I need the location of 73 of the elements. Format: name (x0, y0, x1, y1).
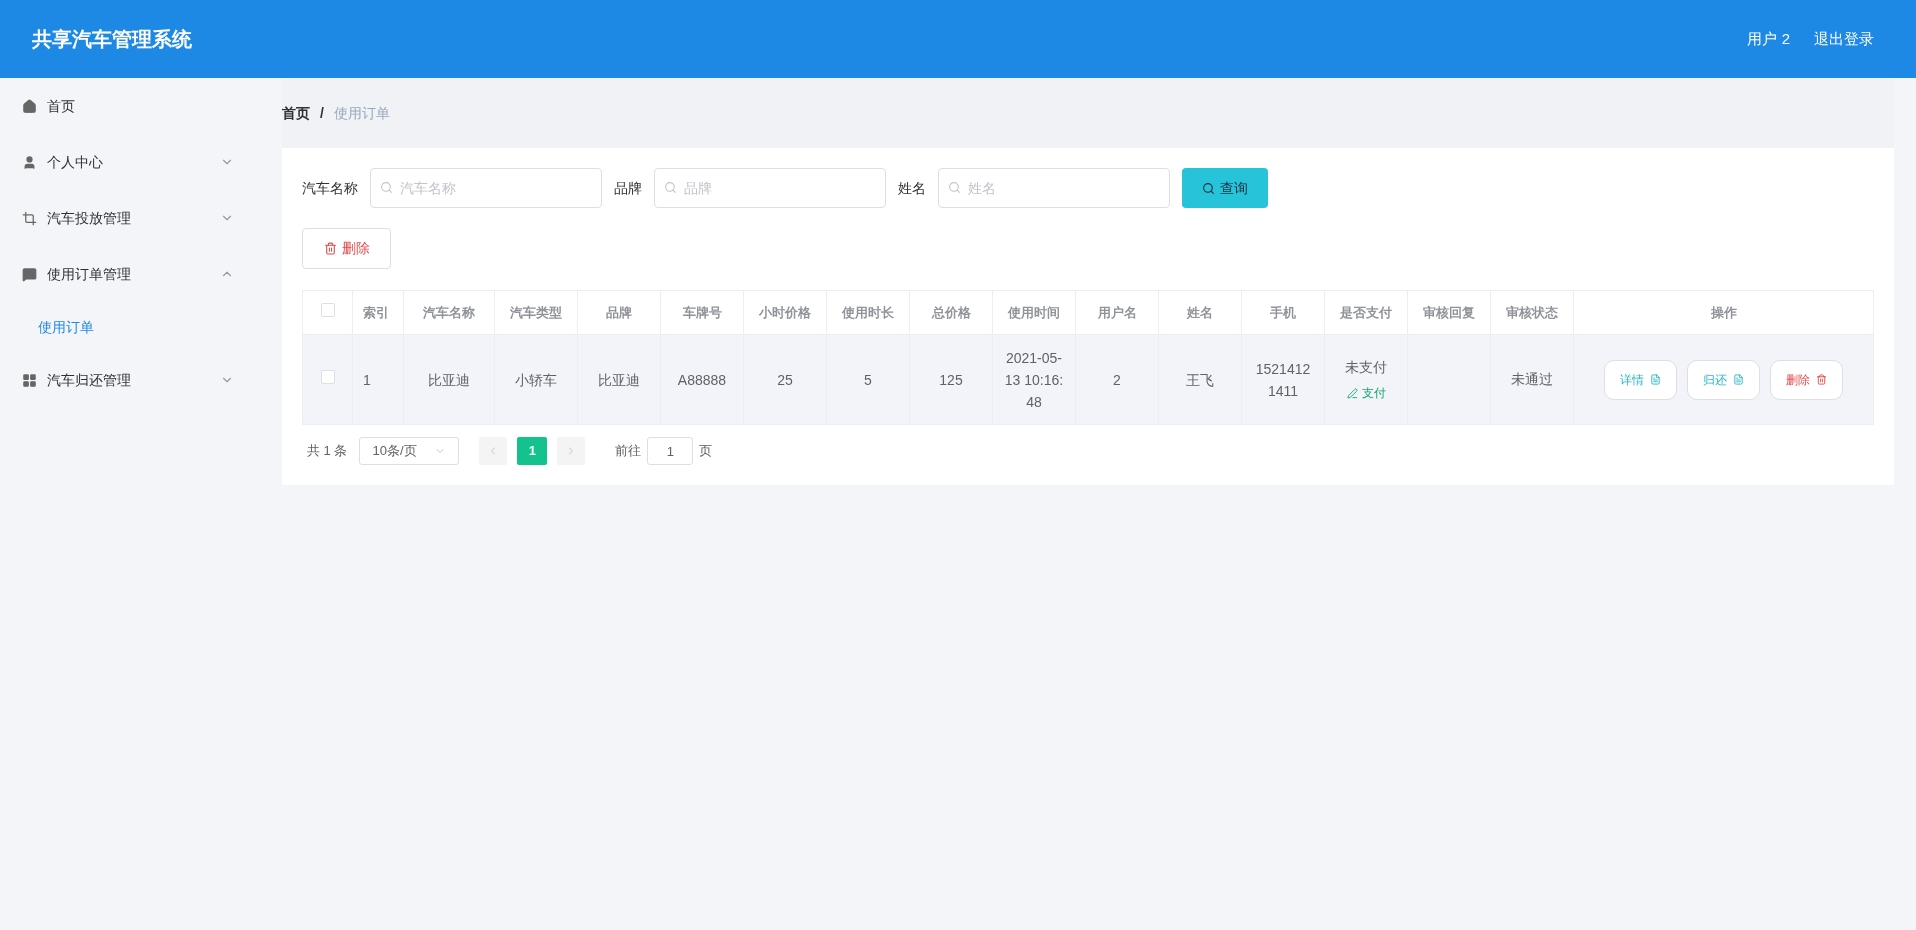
breadcrumb-separator: / (320, 103, 324, 123)
document-icon (1650, 374, 1661, 385)
search-field[interactable]: 品牌 (654, 168, 886, 208)
column-header: 小时价格 (743, 290, 827, 335)
trash-icon (323, 242, 337, 255)
table-cell: 2021-05-13 10:16:48 (992, 334, 1076, 425)
sidebar-item[interactable]: 汽车归还管理 (0, 352, 256, 408)
page-size-select[interactable]: 10条/页 (359, 437, 460, 465)
next-page-button[interactable] (557, 437, 586, 465)
action-button[interactable]: 删除 (1770, 359, 1843, 400)
column-header: 操作 (1573, 290, 1874, 335)
column-header: 用户名 (1075, 290, 1159, 335)
table-cell: 5 (826, 334, 910, 425)
table-cell: 1 (352, 334, 404, 425)
chat-icon (22, 266, 37, 282)
column-header: 品牌 (577, 290, 661, 335)
payment-status: 未支付 (1345, 358, 1387, 377)
column-header: 审核回复 (1407, 290, 1491, 335)
table-cell: 比亚迪 (403, 334, 495, 425)
search-field[interactable]: 姓名 (938, 168, 1170, 208)
search-icon (664, 181, 677, 194)
table-cell: A88888 (660, 334, 744, 425)
goto-label: 前往 (615, 442, 642, 461)
delete-button[interactable]: 删除 (302, 228, 391, 269)
user-name: 用户 2 (1747, 28, 1790, 49)
page-suffix: 页 (699, 442, 713, 461)
column-header: 使用时长 (826, 290, 910, 335)
logout-link[interactable]: 退出登录 (1814, 27, 1874, 51)
column-header: 索引 (352, 290, 404, 335)
search-icon (948, 181, 961, 194)
grid-icon (22, 372, 37, 388)
field-label: 品牌 (614, 178, 642, 198)
page-input[interactable]: 1 (647, 437, 694, 465)
pen-icon (1346, 387, 1358, 399)
table-cell: 未通过 (1490, 334, 1574, 425)
column-header: 姓名 (1158, 290, 1242, 335)
checkbox[interactable] (320, 370, 335, 384)
crop-icon (22, 210, 37, 226)
table-cell: 25 (743, 334, 827, 425)
app-title: 共享汽车管理系统 (32, 27, 193, 52)
total-count: 共 1 条 (307, 442, 348, 461)
field-label: 姓名 (898, 178, 926, 198)
table-cell: 15214121411 (1241, 334, 1325, 425)
field-label: 汽车名称 (302, 178, 358, 198)
column-header: 使用时间 (992, 290, 1076, 335)
column-header: 是否支付 (1324, 290, 1408, 335)
table-cell: 比亚迪 (577, 334, 661, 425)
sidebar-item[interactable]: 个人中心 (0, 134, 256, 190)
trash-icon (1816, 374, 1827, 385)
column-header: 车牌号 (660, 290, 744, 335)
query-button[interactable]: 查询 (1182, 168, 1268, 208)
column-header: 汽车类型 (494, 290, 578, 335)
sidebar-item[interactable]: 使用订单管理 (0, 246, 256, 302)
table-cell: 王飞 (1158, 334, 1242, 425)
search-icon (1202, 181, 1215, 195)
home-icon (22, 98, 37, 114)
table-cell: 小轿车 (494, 334, 578, 425)
document-icon (1733, 374, 1744, 385)
column-header: 总价格 (909, 290, 993, 335)
sidebar-subitem[interactable]: 使用订单 (0, 302, 256, 352)
user-icon (22, 154, 37, 170)
column-header: 汽车名称 (403, 290, 495, 335)
checkbox[interactable] (320, 303, 335, 317)
search-field[interactable]: 汽车名称 (370, 168, 602, 208)
sidebar-item[interactable]: 汽车投放管理 (0, 190, 256, 246)
sidebar-item[interactable]: 首页 (0, 78, 256, 134)
column-header: 审核状态 (1490, 290, 1574, 335)
prev-page-button[interactable] (479, 437, 508, 465)
column-header: 手机 (1241, 290, 1325, 335)
table-cell: 125 (909, 334, 993, 425)
breadcrumb-link[interactable]: 首页 (282, 102, 310, 124)
search-icon (380, 181, 393, 194)
table-cell: 2 (1075, 334, 1159, 425)
